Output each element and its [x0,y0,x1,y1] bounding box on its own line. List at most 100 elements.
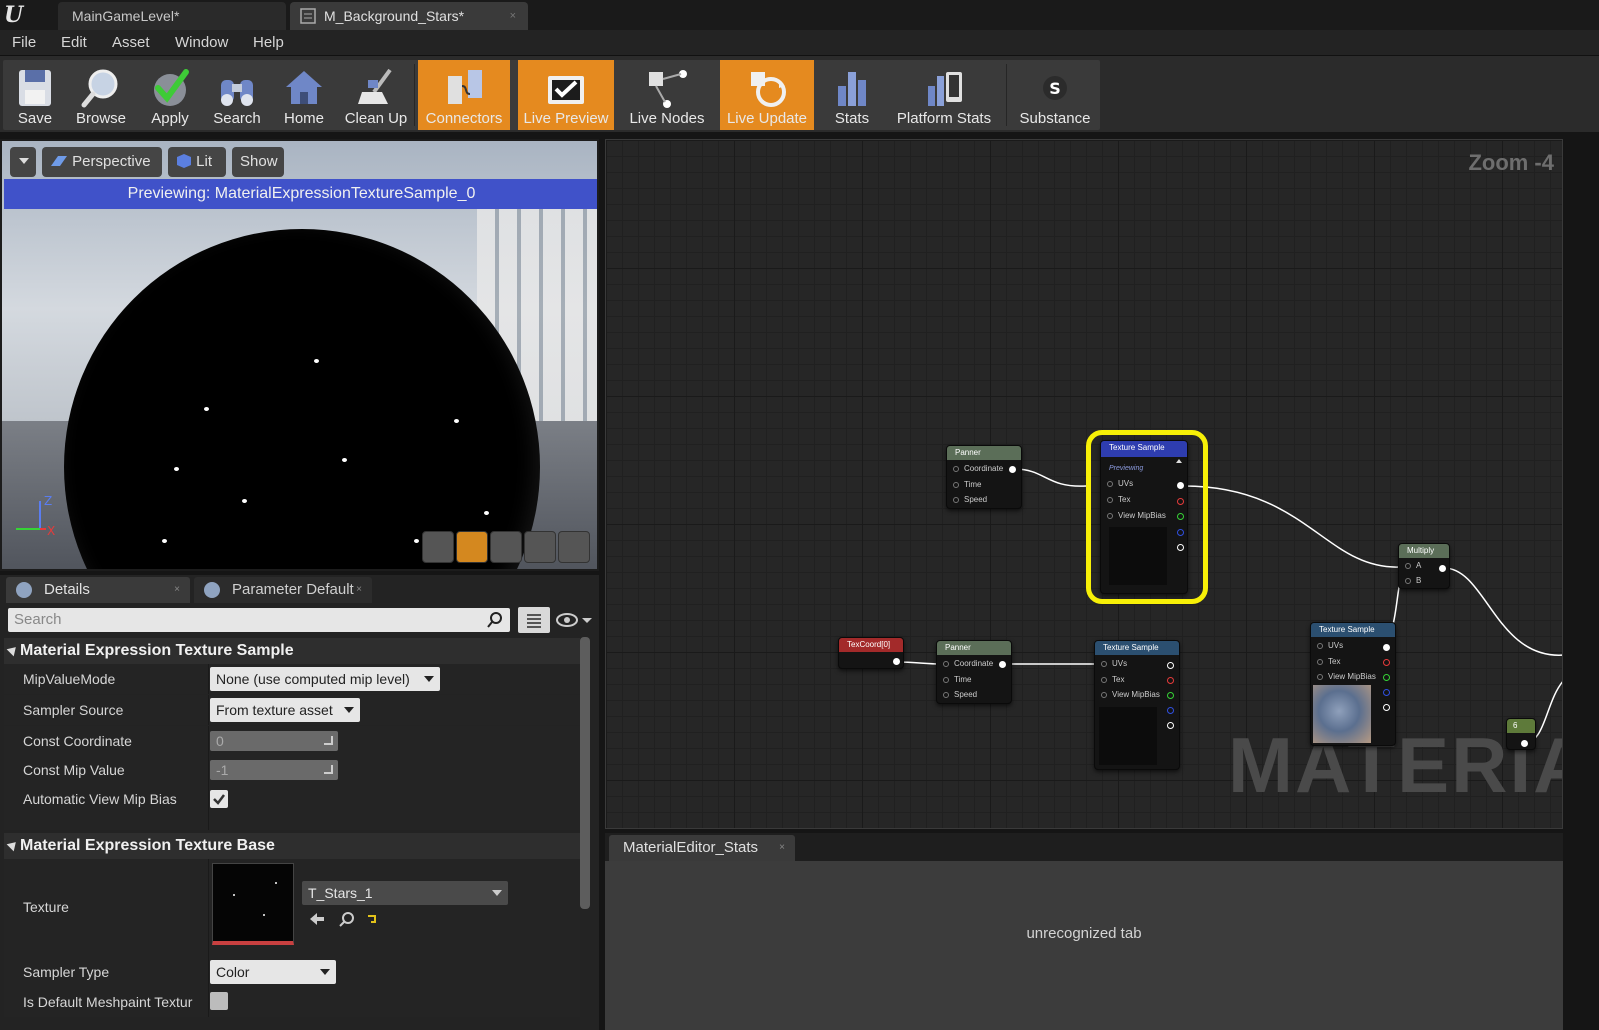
platform-stats-button[interactable]: Platform Stats [887,60,1001,130]
close-tab-icon[interactable]: × [356,577,362,603]
pin-uvs[interactable]: UVs [1101,659,1127,668]
constant-node[interactable]: 6 [1506,718,1536,750]
menu-help[interactable]: Help [253,30,284,56]
texture-asset-dropdown[interactable]: T_Stars_1 [302,881,508,905]
pin-time[interactable]: Time [953,480,981,489]
pin-output[interactable] [893,658,900,665]
chevron-down-icon [424,676,434,682]
pin-b[interactable]: B [1405,576,1421,585]
live-preview-button[interactable]: Live Preview [518,60,614,130]
panner-node-1[interactable]: Panner Coordinate Time Speed [946,445,1022,509]
texture-sample-node-2[interactable]: Texture Sample UVs Tex View MipBias [1094,640,1180,770]
sampler-source-dropdown[interactable]: From texture asset [210,698,360,722]
pin-rgb-output[interactable] [1383,644,1390,651]
platform-stats-icon [928,72,962,106]
menu-window[interactable]: Window [175,30,228,56]
cube-preview-icon[interactable] [524,531,556,563]
const-coordinate-field[interactable]: 0 [210,731,338,751]
pin-b-output[interactable] [1167,707,1174,714]
use-selected-arrow-icon[interactable] [308,911,326,927]
pin-rgb-output[interactable] [1167,662,1174,669]
pin-a[interactable]: A [1405,561,1421,570]
pin-tex[interactable]: Tex [1317,657,1340,666]
pin-g-output[interactable] [1383,674,1390,681]
search-button[interactable]: Search [205,60,269,130]
pin-coordinate[interactable]: Coordinate [953,464,1003,473]
pin-tex[interactable]: Tex [1101,675,1124,684]
menu-edit[interactable]: Edit [61,30,87,56]
lit-button[interactable]: Lit [168,147,226,177]
pin-speed[interactable]: Speed [953,495,987,504]
close-tab-icon[interactable]: × [510,2,516,30]
substance-button[interactable]: S Substance [1011,60,1099,130]
browse-button[interactable]: Browse [67,60,135,130]
cylinder-preview-icon[interactable] [422,531,454,563]
home-button[interactable]: Home [271,60,337,130]
save-button[interactable]: Save [3,60,67,130]
pin-a-output[interactable] [1167,722,1174,729]
tab-material-editor-stats[interactable]: MaterialEditor_Stats × [609,835,795,861]
stats-button[interactable]: Stats [821,60,883,130]
menu-asset[interactable]: Asset [112,30,150,56]
stats-icon [838,72,866,106]
section-texture-base[interactable]: Material Expression Texture Base [4,833,580,859]
pin-view-mip-bias[interactable]: View MipBias [1317,672,1376,681]
plane-preview-icon[interactable] [490,531,522,563]
pin-b-output[interactable] [1383,689,1390,696]
tab-label: M_Background_Stars* [324,8,465,24]
texcoord-node[interactable]: TexCoord[0] [838,637,904,669]
details-scrollbar[interactable] [580,637,590,909]
view-options-eye-icon[interactable] [555,608,593,632]
property-matrix-button[interactable] [518,607,550,633]
lit-cube-icon [177,154,191,168]
multiply-node[interactable]: Multiply A B [1398,543,1450,589]
tab-details[interactable]: Details × [6,577,190,603]
teapot-preview-icon[interactable] [558,531,590,563]
pin-uvs[interactable]: UVs [1317,641,1343,650]
preview-viewport[interactable]: Perspective Lit Show Previewing: Materia… [0,139,599,571]
sampler-type-dropdown[interactable]: Color [210,960,336,984]
default-meshpaint-checkbox[interactable] [210,992,228,1010]
browse-asset-icon[interactable] [338,911,356,927]
pin-g-output[interactable] [1167,692,1174,699]
texture-thumbnail[interactable] [212,863,294,945]
pin-output[interactable] [999,661,1006,668]
live-nodes-button[interactable]: Live Nodes [620,60,714,130]
material-graph-canvas[interactable]: Zoom -4 MATERIAL Panner Coordinate Time … [605,139,1563,829]
close-tab-icon[interactable]: × [779,835,785,861]
details-search-input[interactable]: Search [8,608,510,632]
live-update-button[interactable]: Live Update [720,60,814,130]
pin-r-output[interactable] [1383,659,1390,666]
connectors-button[interactable]: Connectors [418,60,510,130]
unreal-logo-icon[interactable]: U [4,2,30,28]
reset-to-default-icon[interactable] [366,913,378,925]
pin-output[interactable] [1009,466,1016,473]
mip-value-mode-dropdown[interactable]: None (use computed mip level) [210,667,440,691]
const-mip-value-field[interactable]: -1 [210,760,338,780]
sphere-preview-icon[interactable] [456,531,488,563]
auto-view-mip-bias-checkbox[interactable] [210,790,228,808]
clean-up-button[interactable]: Clean Up [339,60,413,130]
viewport-options-button[interactable] [10,147,36,177]
pin-output[interactable] [1521,740,1528,747]
pin-speed[interactable]: Speed [943,690,977,699]
apply-button[interactable]: Apply [137,60,203,130]
perspective-button[interactable]: Perspective [42,147,162,177]
pin-a-output[interactable] [1383,704,1390,711]
tab-material-editor[interactable]: M_Background_Stars* × [290,2,528,30]
menu-file[interactable]: File [12,30,36,56]
section-texture-sample[interactable]: Material Expression Texture Sample [4,638,580,664]
stats-body: unrecognized tab [605,861,1563,1030]
show-button[interactable]: Show [232,147,284,177]
pin-coordinate[interactable]: Coordinate [943,659,993,668]
chevron-down-icon [492,890,502,896]
close-tab-icon[interactable]: × [174,577,180,603]
texture-sample-node-3[interactable]: Texture Sample UVs Tex View MipBias [1310,622,1396,746]
pin-r-output[interactable] [1167,677,1174,684]
pin-time[interactable]: Time [943,675,971,684]
pin-view-mip-bias[interactable]: View MipBias [1101,690,1160,699]
tab-parameter-defaults[interactable]: Parameter Default × [194,577,372,603]
panner-node-2[interactable]: Panner Coordinate Time Speed [936,640,1012,704]
pin-output[interactable] [1439,565,1446,572]
tab-main-game-level[interactable]: MainGameLevel* [58,2,286,30]
